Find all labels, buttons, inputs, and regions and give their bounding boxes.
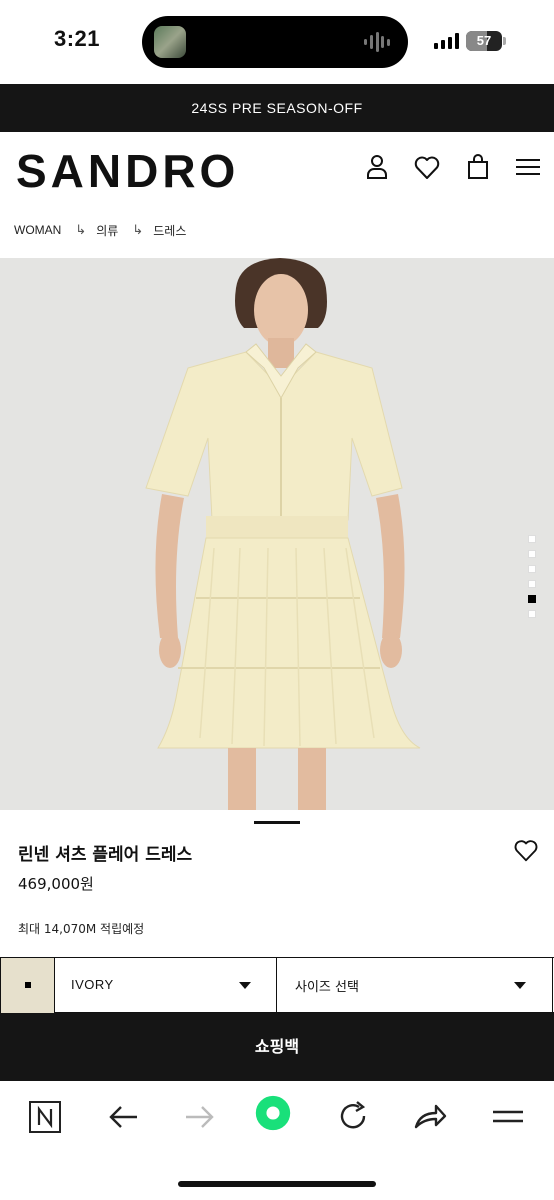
account-icon[interactable] (362, 152, 392, 182)
menu-icon[interactable] (513, 152, 543, 182)
reward-points: 최대 14,070M 적립예정 (18, 922, 145, 936)
option-selectors: IVORY 사이즈 선택 (0, 957, 554, 1013)
forward-arrow-icon[interactable] (182, 1099, 218, 1135)
color-dropdown[interactable]: IVORY (55, 958, 277, 1013)
status-time: 3:21 (54, 26, 101, 51)
status-bar: 3:21 57 (0, 0, 554, 84)
home-indicator[interactable] (178, 1181, 376, 1187)
battery-icon: 57 (466, 31, 502, 51)
back-arrow-icon[interactable] (105, 1099, 141, 1135)
size-dropdown[interactable]: 사이즈 선택 (278, 958, 553, 1013)
breadcrumb: WOMAN ↳ 의류 ↳ 드레스 (14, 220, 186, 240)
add-to-bag-button[interactable]: 쇼핑백 (0, 1013, 554, 1081)
promo-banner[interactable]: 24SS PRE SEASON-OFF (0, 84, 554, 132)
site-header: SANDRO (0, 132, 554, 202)
heart-icon[interactable] (412, 152, 442, 182)
brand-logo[interactable]: SANDRO (16, 144, 239, 198)
favorite-heart-icon[interactable] (512, 836, 540, 864)
breadcrumb-item-clothing[interactable]: 의류 (96, 222, 118, 239)
gallery-dot[interactable] (528, 535, 536, 543)
gallery-dot[interactable] (528, 565, 536, 573)
product-name: 린넨 셔츠 플레어 드레스 (18, 845, 193, 865)
gallery-pagination (528, 535, 538, 625)
battery-nub (503, 37, 506, 45)
breadcrumb-item-woman[interactable]: WOMAN (14, 223, 61, 237)
naver-n-icon[interactable] (27, 1099, 63, 1135)
audio-wave-icon (364, 32, 390, 52)
chevron-down-icon (239, 982, 251, 989)
battery-percentage: 57 (476, 33, 492, 48)
sheet-handle[interactable] (254, 821, 300, 824)
gallery-dot[interactable] (528, 610, 536, 618)
green-dot-icon[interactable] (255, 1095, 299, 1139)
chevron-down-icon (514, 982, 526, 989)
share-icon[interactable] (412, 1099, 448, 1135)
refresh-icon[interactable] (335, 1099, 371, 1135)
product-image[interactable] (0, 258, 554, 810)
product-price: 469,000원 (18, 875, 94, 893)
menu-icon[interactable] (490, 1099, 526, 1135)
color-swatch[interactable] (0, 958, 55, 1013)
dynamic-island (142, 16, 408, 68)
breadcrumb-separator-icon: ↳ (75, 222, 87, 237)
breadcrumb-separator-icon: ↳ (132, 222, 144, 237)
size-dropdown-placeholder: 사이즈 선택 (295, 980, 359, 995)
color-swatch-marker (25, 982, 31, 988)
model-photo (145, 258, 421, 810)
gallery-dot[interactable] (528, 595, 536, 603)
breadcrumb-item-dress[interactable]: 드레스 (153, 222, 186, 239)
color-dropdown-value: IVORY (71, 977, 114, 992)
gallery-dot[interactable] (528, 580, 536, 588)
signal-icon (434, 33, 460, 49)
gallery-dot[interactable] (528, 550, 536, 558)
now-playing-thumbnail (154, 26, 186, 58)
bag-icon[interactable] (463, 152, 493, 182)
